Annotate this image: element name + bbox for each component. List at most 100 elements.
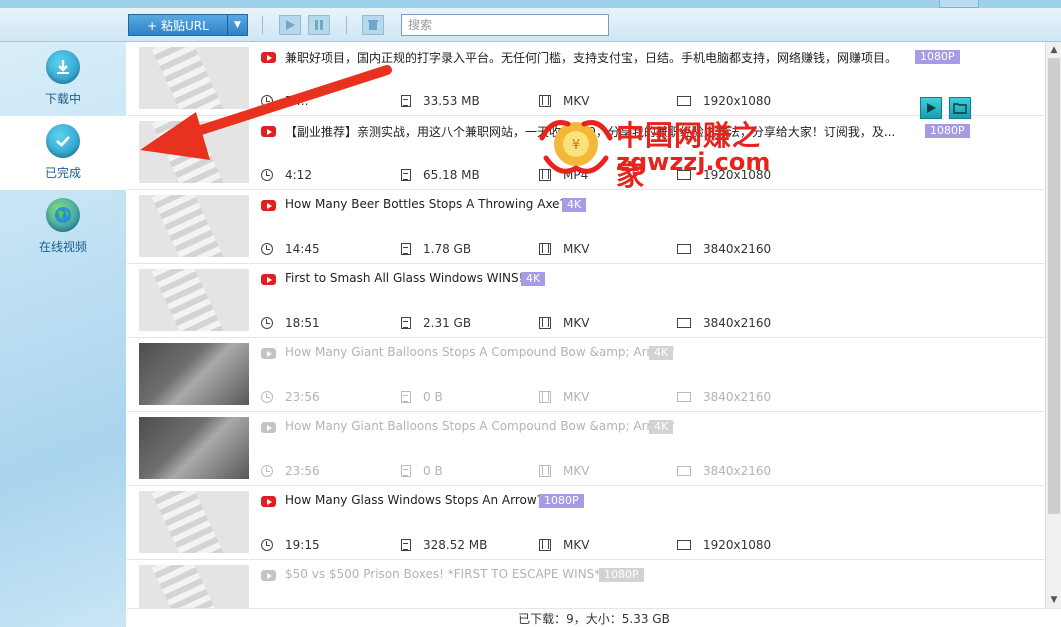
file-icon	[401, 465, 411, 477]
quality-badge: 4K	[562, 198, 587, 212]
list-item[interactable]: How Many Glass Windows Stops An Arrow? 1…	[127, 486, 1045, 560]
toolbar-divider	[262, 16, 263, 34]
duration: 19:15	[261, 538, 320, 552]
quality-badge: 4K	[521, 272, 546, 286]
film-icon	[539, 243, 551, 255]
video-thumbnail	[139, 47, 249, 109]
format-value: MKV	[563, 538, 590, 552]
film-icon	[539, 539, 551, 551]
chevron-down-icon[interactable]: ▼	[227, 15, 247, 35]
quality-badge: 4K	[649, 346, 674, 360]
video-title: How Many Giant Balloons Stops A Compound…	[285, 345, 675, 359]
resolution-value: 1920x1080	[703, 538, 772, 552]
sidebar-item-completed[interactable]: 已完成	[0, 116, 126, 190]
video-thumbnail	[139, 417, 249, 479]
size-value: 1.78 GB	[423, 242, 472, 256]
watermark: ¥ 中国网赚之家 zgwzzj.com	[536, 108, 786, 192]
quality-badge: 1080P	[915, 50, 960, 64]
paste-url-button[interactable]: + 粘贴URL ▼	[128, 14, 248, 36]
download-icon	[46, 50, 80, 84]
youtube-icon	[261, 570, 276, 581]
duration-value: 23:56	[285, 390, 320, 404]
resolution-value: 3840x2160	[703, 242, 772, 256]
youtube-icon	[261, 348, 276, 359]
size-value: 33.53 MB	[423, 94, 480, 108]
size-value: 0 B	[423, 390, 443, 404]
duration: 23:56	[261, 464, 320, 478]
video-thumbnail	[139, 195, 249, 257]
file-icon	[401, 169, 411, 181]
resolution: 3840x2160	[677, 316, 771, 330]
video-thumbnail	[139, 343, 249, 405]
film-icon	[539, 391, 551, 403]
monitor-icon	[677, 392, 691, 402]
format-value: MKV	[563, 316, 590, 330]
list-item[interactable]: How Many Giant Balloons Stops A Compound…	[127, 338, 1045, 412]
check-icon	[46, 124, 80, 158]
youtube-icon	[261, 422, 276, 433]
file-size: 0 B	[401, 464, 443, 478]
video-title: How Many Giant Balloons Stops A Compound…	[285, 419, 675, 433]
clock-icon	[261, 243, 273, 255]
duration-value: 18:51	[285, 316, 320, 330]
list-item[interactable]: How Many Giant Balloons Stops A Compound…	[127, 412, 1045, 486]
file-icon	[401, 539, 411, 551]
resolution-value: 1920x1080	[703, 94, 772, 108]
sidebar-item-downloading[interactable]: 下载中	[0, 42, 126, 116]
size-value: 65.18 MB	[423, 168, 480, 182]
clock-icon	[261, 465, 273, 477]
quality-badge: 1080P	[539, 494, 584, 508]
toolbar: + 粘贴URL ▼	[0, 8, 1061, 42]
sidebar-item-label: 已完成	[44, 166, 81, 180]
play-button[interactable]	[920, 97, 942, 119]
vertical-scrollbar[interactable]: ▲ ▼	[1045, 42, 1061, 608]
file-icon	[401, 243, 411, 255]
file-size: 1.78 GB	[401, 242, 471, 256]
monitor-icon	[677, 466, 691, 476]
list-item[interactable]: First to Smash All Glass Windows WINS!! …	[127, 264, 1045, 338]
scroll-up-icon[interactable]: ▲	[1049, 45, 1059, 55]
trash-icon[interactable]	[362, 15, 384, 35]
dragon-logo-icon: ¥	[539, 120, 613, 174]
film-icon	[539, 95, 551, 107]
file-size: 33.53 MB	[401, 94, 480, 108]
pause-icon[interactable]	[308, 15, 330, 35]
list-item[interactable]: 兼职好项目，国内正规的打字录入平台。无任何门槛，支持支付宝，日结。手机电脑都支持…	[127, 42, 1045, 116]
format-value: MKV	[563, 242, 590, 256]
format-value: MKV	[563, 464, 590, 478]
video-title: 兼职好项目，国内正规的打字录入平台。无任何门槛，支持支付宝，日结。手机电脑都支持…	[285, 51, 898, 65]
file-size: 65.18 MB	[401, 168, 480, 182]
monitor-icon	[677, 244, 691, 254]
clock-icon	[261, 317, 273, 329]
video-thumbnail	[139, 491, 249, 553]
resolution-value: 3840x2160	[703, 464, 772, 478]
format: MKV	[539, 464, 589, 478]
scrollbar-thumb[interactable]	[1048, 58, 1060, 514]
clock-icon	[261, 539, 273, 551]
format: MKV	[539, 390, 589, 404]
duration-value: 7:…	[285, 94, 309, 108]
duration: 23:56	[261, 390, 320, 404]
duration-value: 4:12	[285, 168, 312, 182]
scroll-down-icon[interactable]: ▼	[1049, 595, 1059, 605]
sidebar: 下载中 已完成 在线视频	[0, 42, 126, 627]
duration-value: 23:56	[285, 464, 320, 478]
open-folder-button[interactable]	[949, 97, 971, 119]
resolution: 3840x2160	[677, 390, 771, 404]
search-input[interactable]	[401, 14, 609, 36]
video-thumbnail	[139, 565, 249, 608]
globe-icon	[46, 198, 80, 232]
format-value: MKV	[563, 94, 590, 108]
play-icon[interactable]	[279, 15, 301, 35]
toolbar-divider	[346, 16, 347, 34]
list-item[interactable]: How Many Beer Bottles Stops A Throwing A…	[127, 190, 1045, 264]
status-bar: 已下载：9，大小：5.33 GB	[127, 608, 1061, 627]
duration: 4:12	[261, 168, 312, 182]
list-item[interactable]: $50 vs $500 Prison Boxes! *FIRST TO ESCA…	[127, 560, 1045, 608]
sidebar-item-online-video[interactable]: 在线视频	[0, 190, 126, 264]
video-title: First to Smash All Glass Windows WINS!!	[285, 271, 529, 285]
resolution: 1920x1080	[677, 94, 771, 108]
resolution: 3840x2160	[677, 464, 771, 478]
window-button[interactable]	[939, 0, 979, 8]
duration-value: 19:15	[285, 538, 320, 552]
